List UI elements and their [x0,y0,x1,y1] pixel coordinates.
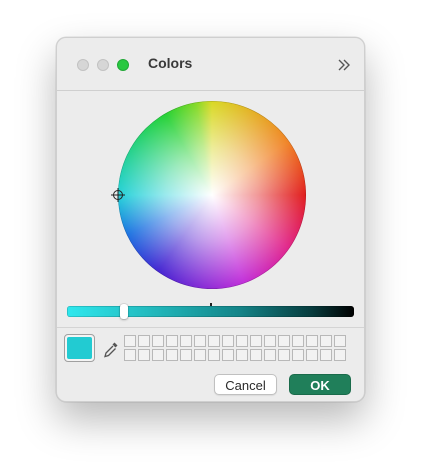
palette-cell[interactable] [166,349,178,361]
cancel-button[interactable]: Cancel [214,374,277,395]
palette-cell[interactable] [292,335,304,347]
palette-cell[interactable] [124,349,136,361]
palette-cell[interactable] [320,349,332,361]
title-bar: Colors [57,38,364,91]
palette-cell[interactable] [222,349,234,361]
palette-cell[interactable] [180,349,192,361]
palette-cell[interactable] [124,335,136,347]
palette-cell[interactable] [334,335,346,347]
selected-color-swatch[interactable] [64,334,95,362]
palette-cell[interactable] [236,335,248,347]
palette-cell[interactable] [152,335,164,347]
palette-cell[interactable] [152,349,164,361]
palette-cell[interactable] [166,335,178,347]
window-title: Colors [148,55,193,71]
palette-cell[interactable] [264,335,276,347]
palette-cell[interactable] [320,335,332,347]
palette-cell[interactable] [222,335,234,347]
palette-cell[interactable] [278,349,290,361]
double-chevron-right-icon[interactable] [336,55,352,75]
palette-cell[interactable] [250,335,262,347]
brightness-slider-track[interactable] [67,306,354,317]
palette-cell[interactable] [236,349,248,361]
divider [57,327,364,328]
palette-cell[interactable] [292,349,304,361]
eyedropper-icon[interactable] [102,340,120,360]
colors-window: Colors Cancel OK [56,37,365,402]
color-wheel[interactable] [118,101,306,289]
slider-center-tick [210,303,212,306]
palette-cell[interactable] [264,349,276,361]
palette-cell[interactable] [278,335,290,347]
palette-cell[interactable] [194,335,206,347]
custom-color-palette [124,335,346,361]
palette-cell[interactable] [138,349,150,361]
palette-cell[interactable] [194,349,206,361]
palette-cell[interactable] [306,349,318,361]
brightness-slider[interactable] [67,303,354,319]
zoom-window-button[interactable] [117,59,129,71]
color-wheel-area [111,101,306,289]
crosshair-icon[interactable] [111,188,125,202]
palette-cell[interactable] [334,349,346,361]
palette-cell[interactable] [250,349,262,361]
ok-button[interactable]: OK [289,374,351,395]
palette-cell[interactable] [208,349,220,361]
palette-cell[interactable] [306,335,318,347]
palette-cell[interactable] [180,335,192,347]
minimize-window-button[interactable] [97,59,109,71]
palette-cell[interactable] [208,335,220,347]
palette-cell[interactable] [138,335,150,347]
brightness-slider-knob[interactable] [120,304,128,319]
selected-color-fill [67,337,92,359]
close-window-button[interactable] [77,59,89,71]
